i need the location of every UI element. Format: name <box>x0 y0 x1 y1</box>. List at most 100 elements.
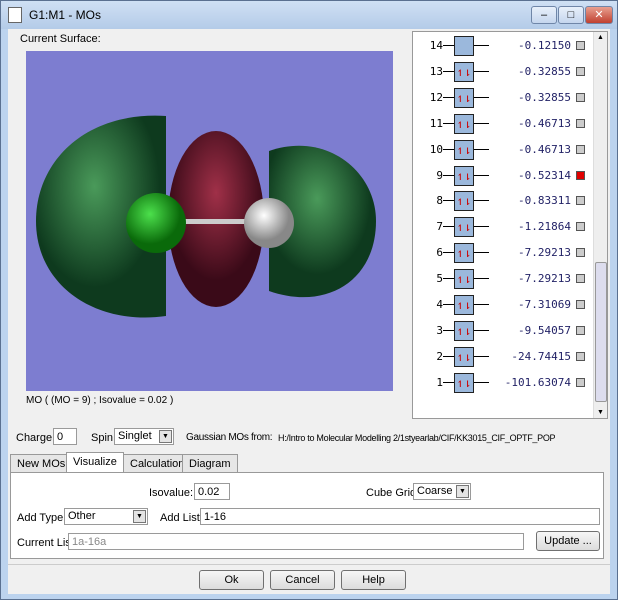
mo-select-checkbox[interactable] <box>576 118 585 128</box>
electron-pair-icon: ↿⇂ <box>454 346 474 367</box>
electron-pair-icon: ↿⇂ <box>454 372 474 393</box>
mo-row[interactable]: 2 ↿⇂ -24.74415 <box>413 346 593 367</box>
add-type-label: Add Type: <box>17 512 67 524</box>
close-button[interactable]: ✕ <box>585 6 613 24</box>
mo-select-checkbox[interactable] <box>576 274 585 284</box>
cube-grid-value: Coarse <box>417 485 453 497</box>
charge-input[interactable] <box>53 428 77 445</box>
mo-select-checkbox[interactable] <box>576 300 585 309</box>
cancel-button[interactable]: Cancel <box>270 570 335 590</box>
maximize-button[interactable]: □ <box>558 6 584 24</box>
mo-select-checkbox[interactable] <box>576 351 585 361</box>
mo-select-checkbox[interactable] <box>576 325 585 335</box>
spin-value: Singlet <box>118 430 152 442</box>
add-type-value: Other <box>68 510 96 522</box>
hydrogen-atom <box>244 198 294 248</box>
mo-select-checkbox[interactable] <box>576 170 585 180</box>
scrollbar-thumb[interactable] <box>595 262 607 402</box>
mo-energy: -0.32855 <box>518 90 571 104</box>
electron-pair-icon: ↿⇂ <box>454 139 474 160</box>
tab-visualize[interactable]: Visualize <box>66 452 124 474</box>
scrollbar[interactable]: ▲ ▼ <box>593 32 607 418</box>
mo-energy: -1.21864 <box>518 220 571 234</box>
mo-row[interactable]: 13 ↿⇂ -0.32855 <box>413 61 593 82</box>
tab-label: Calculation <box>130 458 185 470</box>
electron-pair-icon: ↿⇂ <box>454 191 474 212</box>
mo-row[interactable]: 4 ↿⇂ -7.31069 <box>413 295 593 315</box>
electron-pair-icon: ↿⇂ <box>454 113 474 134</box>
mo-number: 1 <box>436 375 443 389</box>
mo-number: 5 <box>436 272 443 286</box>
divider <box>8 564 610 565</box>
mo-select-checkbox[interactable] <box>576 66 585 76</box>
ok-button[interactable]: Ok <box>199 570 264 590</box>
mo-select-checkbox[interactable] <box>576 92 585 102</box>
electron-pair-icon: ↿⇂ <box>454 165 474 186</box>
mo-energy: -0.52314 <box>518 168 571 182</box>
mo-number: 9 <box>436 168 443 182</box>
mo-energy: -9.54057 <box>518 323 571 337</box>
scroll-down-icon[interactable]: ▼ <box>597 409 604 416</box>
mo-energy: -0.12150 <box>518 39 571 52</box>
mo-number: 6 <box>436 246 443 260</box>
current-surface-label: Current Surface: <box>20 33 101 45</box>
cube-grid-select[interactable]: Coarse ▼ <box>413 483 471 500</box>
mo-select-checkbox[interactable] <box>576 222 585 232</box>
app-icon <box>8 7 22 23</box>
chevron-down-icon: ▼ <box>133 510 146 523</box>
source-label: Gaussian MOs from: <box>186 432 273 443</box>
mo-number: 14 <box>429 39 443 52</box>
mo-energy: -7.29213 <box>518 272 571 286</box>
tab-label: Diagram <box>189 458 231 470</box>
mo-row[interactable]: 11 ↿⇂ -0.46713 <box>413 113 593 134</box>
minimize-button[interactable]: – <box>531 6 557 24</box>
client-area: Current Surface: MO ( (MO = 9) ; Isovalu… <box>8 29 610 594</box>
tab-label: New MOs <box>17 458 66 470</box>
mo-select-checkbox[interactable] <box>576 377 585 387</box>
mo-row[interactable]: 5 ↿⇂ -7.29213 <box>413 269 593 290</box>
mo-number: 12 <box>429 90 443 104</box>
update-button[interactable]: Update ... <box>536 531 600 551</box>
source-path: H:/Intro to Molecular Modelling 2/1styea… <box>278 433 556 443</box>
add-list-input[interactable] <box>200 508 600 525</box>
mo-number: 2 <box>436 349 443 363</box>
mo-row[interactable]: 9 ↿⇂ -0.52314 <box>413 165 593 186</box>
spin-select[interactable]: Singlet ▼ <box>114 428 174 445</box>
mo-select-checkbox[interactable] <box>576 196 585 206</box>
mo-row[interactable]: 8 ↿⇂ -0.83311 <box>413 191 593 212</box>
molecule-viewport[interactable] <box>26 51 393 391</box>
help-button[interactable]: Help <box>341 570 406 590</box>
mo-number: 7 <box>436 220 443 234</box>
mo-row[interactable]: 12 ↿⇂ -0.32855 <box>413 87 593 108</box>
mo-row[interactable]: 1 ↿⇂ -101.63074 <box>413 372 593 393</box>
mo-energy: -0.46713 <box>518 116 571 130</box>
scroll-up-icon[interactable]: ▲ <box>597 34 604 41</box>
mo-energy: -101.63074 <box>504 375 571 389</box>
visualize-panel: Isovalue: Cube Grid: Coarse▼ Add Type: O… <box>10 472 604 559</box>
chevron-down-icon: ▼ <box>159 430 172 443</box>
mo-energy: -24.74415 <box>511 349 571 363</box>
mo-select-checkbox[interactable] <box>576 248 585 258</box>
add-type-select[interactable]: Other ▼ <box>64 508 148 525</box>
mo-select-checkbox[interactable] <box>576 144 585 154</box>
surface-status: MO ( (MO = 9) ; Isovalue = 0.02 ) <box>26 395 174 406</box>
tab-label: Visualize <box>73 456 117 468</box>
electron-pair-icon: ↿⇂ <box>454 217 474 238</box>
tab-new-mos[interactable]: New MOs <box>10 454 73 473</box>
mo-energy: -0.32855 <box>518 64 571 78</box>
isovalue-input[interactable] <box>194 483 230 500</box>
electron-pair-icon: ↿⇂ <box>454 61 474 82</box>
mo-row[interactable]: 14 -0.12150 <box>413 36 593 56</box>
add-list-label: Add List: <box>160 512 203 524</box>
isovalue-label: Isovalue: <box>149 487 194 499</box>
mo-row[interactable]: 3 ↿⇂ -9.54057 <box>413 320 593 341</box>
tab-diagram[interactable]: Diagram <box>182 454 238 473</box>
mo-list[interactable]: ▲ ▼ 14 -0.12150 13 ↿⇂ -0.32855 12 ↿⇂ -0.32855 11… <box>412 31 608 419</box>
title-bar: G1:M1 - MOs – □ ✕ <box>1 1 617 29</box>
mo-row[interactable]: 10 ↿⇂ -0.46713 <box>413 139 593 160</box>
mo-energy: -0.83311 <box>518 194 571 208</box>
mo-select-checkbox[interactable] <box>576 41 585 50</box>
electron-pair-icon: ↿⇂ <box>454 269 474 290</box>
mo-row[interactable]: 7 ↿⇂ -1.21864 <box>413 217 593 238</box>
mo-row[interactable]: 6 ↿⇂ -7.29213 <box>413 243 593 264</box>
